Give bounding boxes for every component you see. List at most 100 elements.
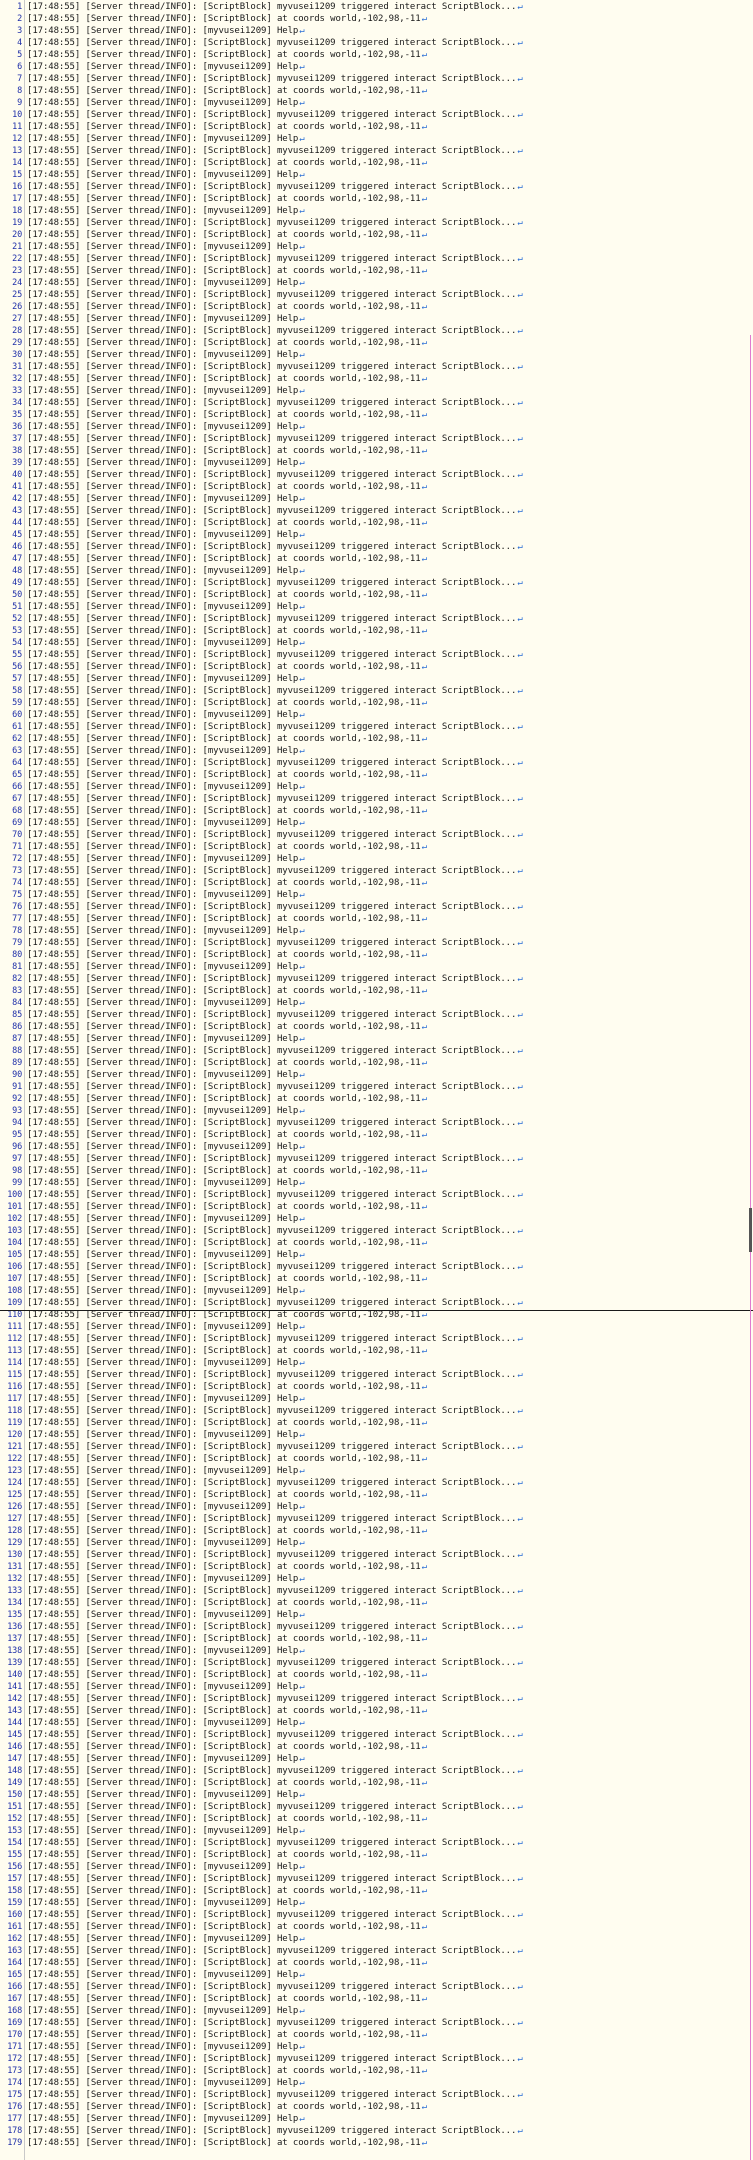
log-line[interactable]: 84 [17:48:55] [Server thread/INFO]: [myvu… <box>0 997 753 1009</box>
log-line[interactable]: 157 [17:48:55] [Server thread/INFO]: [Scr… <box>0 1873 753 1885</box>
log-line[interactable]: 16 [17:48:55] [Server thread/INFO]: [Scri… <box>0 181 753 193</box>
log-line[interactable]: 91 [17:48:55] [Server thread/INFO]: [Scri… <box>0 1081 753 1093</box>
log-line[interactable]: 107 [17:48:55] [Server thread/INFO]: [Scr… <box>0 1273 753 1285</box>
log-line[interactable]: 70 [17:48:55] [Server thread/INFO]: [Scri… <box>0 829 753 841</box>
log-line[interactable]: 120 [17:48:55] [Server thread/INFO]: [myv… <box>0 1429 753 1441</box>
log-line[interactable]: 38 [17:48:55] [Server thread/INFO]: [Scri… <box>0 445 753 457</box>
log-line[interactable]: 37 [17:48:55] [Server thread/INFO]: [Scri… <box>0 433 753 445</box>
log-line[interactable]: 149 [17:48:55] [Server thread/INFO]: [Scr… <box>0 1777 753 1789</box>
log-line[interactable]: 97 [17:48:55] [Server thread/INFO]: [Scri… <box>0 1153 753 1165</box>
log-line[interactable]: 36 [17:48:55] [Server thread/INFO]: [myvu… <box>0 421 753 433</box>
log-line[interactable]: 100 [17:48:55] [Server thread/INFO]: [Scr… <box>0 1189 753 1201</box>
log-line[interactable]: 5 [17:48:55] [Server thread/INFO]: [Scrip… <box>0 49 753 61</box>
log-line[interactable]: 142 [17:48:55] [Server thread/INFO]: [Scr… <box>0 1693 753 1705</box>
log-line[interactable]: 3 [17:48:55] [Server thread/INFO]: [myvus… <box>0 25 753 37</box>
log-line[interactable]: 14 [17:48:55] [Server thread/INFO]: [Scri… <box>0 157 753 169</box>
log-line[interactable]: 141 [17:48:55] [Server thread/INFO]: [myv… <box>0 1681 753 1693</box>
log-line[interactable]: 75 [17:48:55] [Server thread/INFO]: [myvu… <box>0 889 753 901</box>
log-line[interactable]: 63 [17:48:55] [Server thread/INFO]: [myvu… <box>0 745 753 757</box>
log-line[interactable]: 41 [17:48:55] [Server thread/INFO]: [Scri… <box>0 481 753 493</box>
log-line[interactable]: 156 [17:48:55] [Server thread/INFO]: [myv… <box>0 1861 753 1873</box>
log-line[interactable]: 129 [17:48:55] [Server thread/INFO]: [myv… <box>0 1537 753 1549</box>
log-line[interactable]: 96 [17:48:55] [Server thread/INFO]: [myvu… <box>0 1141 753 1153</box>
log-line[interactable]: 118 [17:48:55] [Server thread/INFO]: [Scr… <box>0 1405 753 1417</box>
log-line[interactable]: 72 [17:48:55] [Server thread/INFO]: [myvu… <box>0 853 753 865</box>
log-line[interactable]: 30 [17:48:55] [Server thread/INFO]: [myvu… <box>0 349 753 361</box>
log-line[interactable]: 83 [17:48:55] [Server thread/INFO]: [Scri… <box>0 985 753 997</box>
log-line[interactable]: 136 [17:48:55] [Server thread/INFO]: [Scr… <box>0 1621 753 1633</box>
log-line[interactable]: 105 [17:48:55] [Server thread/INFO]: [myv… <box>0 1249 753 1261</box>
log-line[interactable]: 66 [17:48:55] [Server thread/INFO]: [myvu… <box>0 781 753 793</box>
log-line[interactable]: 78 [17:48:55] [Server thread/INFO]: [myvu… <box>0 925 753 937</box>
log-line[interactable]: 161 [17:48:55] [Server thread/INFO]: [Scr… <box>0 1921 753 1933</box>
log-line[interactable]: 173 [17:48:55] [Server thread/INFO]: [Scr… <box>0 2065 753 2077</box>
log-line[interactable]: 7 [17:48:55] [Server thread/INFO]: [Scrip… <box>0 73 753 85</box>
log-line[interactable]: 74 [17:48:55] [Server thread/INFO]: [Scri… <box>0 877 753 889</box>
log-line[interactable]: 111 [17:48:55] [Server thread/INFO]: [myv… <box>0 1321 753 1333</box>
log-line[interactable]: 80 [17:48:55] [Server thread/INFO]: [Scri… <box>0 949 753 961</box>
log-line[interactable]: 69 [17:48:55] [Server thread/INFO]: [myvu… <box>0 817 753 829</box>
log-line[interactable]: 81 [17:48:55] [Server thread/INFO]: [myvu… <box>0 961 753 973</box>
log-line[interactable]: 147 [17:48:55] [Server thread/INFO]: [myv… <box>0 1753 753 1765</box>
log-line[interactable]: 99 [17:48:55] [Server thread/INFO]: [myvu… <box>0 1177 753 1189</box>
log-line[interactable]: 45 [17:48:55] [Server thread/INFO]: [myvu… <box>0 529 753 541</box>
log-line[interactable]: 98 [17:48:55] [Server thread/INFO]: [Scri… <box>0 1165 753 1177</box>
log-line[interactable]: 166 [17:48:55] [Server thread/INFO]: [Scr… <box>0 1981 753 1993</box>
log-line[interactable]: 144 [17:48:55] [Server thread/INFO]: [myv… <box>0 1717 753 1729</box>
log-line[interactable]: 148 [17:48:55] [Server thread/INFO]: [Scr… <box>0 1765 753 1777</box>
log-line[interactable]: 134 [17:48:55] [Server thread/INFO]: [Scr… <box>0 1597 753 1609</box>
log-line[interactable]: 177 [17:48:55] [Server thread/INFO]: [myv… <box>0 2113 753 2125</box>
log-line[interactable]: 42 [17:48:55] [Server thread/INFO]: [myvu… <box>0 493 753 505</box>
log-line[interactable]: 159 [17:48:55] [Server thread/INFO]: [myv… <box>0 1897 753 1909</box>
log-line[interactable]: 35 [17:48:55] [Server thread/INFO]: [Scri… <box>0 409 753 421</box>
log-line[interactable]: 54 [17:48:55] [Server thread/INFO]: [myvu… <box>0 637 753 649</box>
log-line[interactable]: 127 [17:48:55] [Server thread/INFO]: [Scr… <box>0 1513 753 1525</box>
log-line[interactable]: 32 [17:48:55] [Server thread/INFO]: [Scri… <box>0 373 753 385</box>
log-line[interactable]: 108 [17:48:55] [Server thread/INFO]: [myv… <box>0 1285 753 1297</box>
log-line[interactable]: 33 [17:48:55] [Server thread/INFO]: [myvu… <box>0 385 753 397</box>
log-line[interactable]: 86 [17:48:55] [Server thread/INFO]: [Scri… <box>0 1021 753 1033</box>
log-line[interactable]: 73 [17:48:55] [Server thread/INFO]: [Scri… <box>0 865 753 877</box>
log-line[interactable]: 117 [17:48:55] [Server thread/INFO]: [myv… <box>0 1393 753 1405</box>
log-line[interactable]: 165 [17:48:55] [Server thread/INFO]: [myv… <box>0 1969 753 1981</box>
log-line[interactable]: 167 [17:48:55] [Server thread/INFO]: [Scr… <box>0 1993 753 2005</box>
log-line[interactable]: 103 [17:48:55] [Server thread/INFO]: [Scr… <box>0 1225 753 1237</box>
log-line[interactable]: 1 [17:48:55] [Server thread/INFO]: [Scrip… <box>0 1 753 13</box>
log-line[interactable]: 95 [17:48:55] [Server thread/INFO]: [Scri… <box>0 1129 753 1141</box>
log-line[interactable]: 17 [17:48:55] [Server thread/INFO]: [Scri… <box>0 193 753 205</box>
log-line[interactable]: 55 [17:48:55] [Server thread/INFO]: [Scri… <box>0 649 753 661</box>
log-line[interactable]: 4 [17:48:55] [Server thread/INFO]: [Scrip… <box>0 37 753 49</box>
log-line[interactable]: 61 [17:48:55] [Server thread/INFO]: [Scri… <box>0 721 753 733</box>
log-line[interactable]: 119 [17:48:55] [Server thread/INFO]: [Scr… <box>0 1417 753 1429</box>
log-line[interactable]: 94 [17:48:55] [Server thread/INFO]: [Scri… <box>0 1117 753 1129</box>
log-line[interactable]: 39 [17:48:55] [Server thread/INFO]: [myvu… <box>0 457 753 469</box>
log-line[interactable]: 154 [17:48:55] [Server thread/INFO]: [Scr… <box>0 1837 753 1849</box>
log-line[interactable]: 122 [17:48:55] [Server thread/INFO]: [Scr… <box>0 1453 753 1465</box>
log-line[interactable]: 104 [17:48:55] [Server thread/INFO]: [Scr… <box>0 1237 753 1249</box>
log-line[interactable]: 62 [17:48:55] [Server thread/INFO]: [Scri… <box>0 733 753 745</box>
log-line[interactable]: 130 [17:48:55] [Server thread/INFO]: [Scr… <box>0 1549 753 1561</box>
log-line[interactable]: 20 [17:48:55] [Server thread/INFO]: [Scri… <box>0 229 753 241</box>
log-line[interactable]: 6 [17:48:55] [Server thread/INFO]: [myvus… <box>0 61 753 73</box>
log-line[interactable]: 19 [17:48:55] [Server thread/INFO]: [Scri… <box>0 217 753 229</box>
log-line[interactable]: 116 [17:48:55] [Server thread/INFO]: [Scr… <box>0 1381 753 1393</box>
log-line[interactable]: 71 [17:48:55] [Server thread/INFO]: [Scri… <box>0 841 753 853</box>
log-line[interactable]: 125 [17:48:55] [Server thread/INFO]: [Scr… <box>0 1489 753 1501</box>
log-line[interactable]: 48 [17:48:55] [Server thread/INFO]: [myvu… <box>0 565 753 577</box>
log-line[interactable]: 115 [17:48:55] [Server thread/INFO]: [Scr… <box>0 1369 753 1381</box>
log-line[interactable]: 49 [17:48:55] [Server thread/INFO]: [Scri… <box>0 577 753 589</box>
log-line[interactable]: 85 [17:48:55] [Server thread/INFO]: [Scri… <box>0 1009 753 1021</box>
log-line[interactable]: 87 [17:48:55] [Server thread/INFO]: [myvu… <box>0 1033 753 1045</box>
log-line[interactable]: 170 [17:48:55] [Server thread/INFO]: [Scr… <box>0 2029 753 2041</box>
log-line[interactable]: 93 [17:48:55] [Server thread/INFO]: [myvu… <box>0 1105 753 1117</box>
log-line[interactable]: 112 [17:48:55] [Server thread/INFO]: [Scr… <box>0 1333 753 1345</box>
log-line[interactable]: 23 [17:48:55] [Server thread/INFO]: [Scri… <box>0 265 753 277</box>
log-line[interactable]: 138 [17:48:55] [Server thread/INFO]: [myv… <box>0 1645 753 1657</box>
log-line[interactable]: 57 [17:48:55] [Server thread/INFO]: [myvu… <box>0 673 753 685</box>
log-line[interactable]: 79 [17:48:55] [Server thread/INFO]: [Scri… <box>0 937 753 949</box>
log-line[interactable]: 92 [17:48:55] [Server thread/INFO]: [Scri… <box>0 1093 753 1105</box>
log-line[interactable]: 12 [17:48:55] [Server thread/INFO]: [myvu… <box>0 133 753 145</box>
log-line[interactable]: 46 [17:48:55] [Server thread/INFO]: [Scri… <box>0 541 753 553</box>
log-line[interactable]: 56 [17:48:55] [Server thread/INFO]: [Scri… <box>0 661 753 673</box>
log-line[interactable]: 171 [17:48:55] [Server thread/INFO]: [myv… <box>0 2041 753 2053</box>
